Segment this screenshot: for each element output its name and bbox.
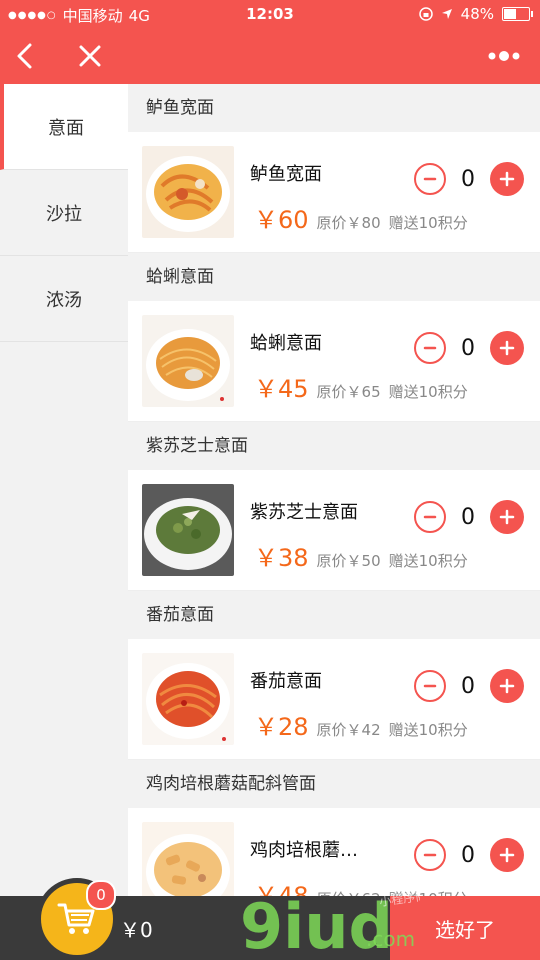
original-price: 原价￥80 bbox=[316, 214, 381, 232]
battery-percent: 48% bbox=[460, 5, 494, 23]
chevron-left-icon bbox=[17, 43, 32, 69]
battery-icon bbox=[502, 7, 533, 21]
sidebar-item-label: 意面 bbox=[48, 117, 84, 139]
quantity-stepper: 0 bbox=[414, 162, 524, 196]
back-button[interactable] bbox=[8, 38, 44, 74]
quantity-stepper: 0 bbox=[414, 838, 524, 872]
quantity-stepper: 0 bbox=[414, 669, 524, 703]
cart-count-badge: 0 bbox=[86, 880, 116, 910]
section-header: 鲈鱼宽面 bbox=[128, 84, 540, 132]
decrease-button[interactable] bbox=[414, 163, 446, 195]
dish-price: ￥38 bbox=[254, 544, 309, 572]
decrease-button[interactable] bbox=[414, 332, 446, 364]
dish-name: 蛤蜊意面 bbox=[250, 333, 322, 354]
quantity-stepper: 0 bbox=[414, 500, 524, 534]
close-button[interactable] bbox=[72, 38, 108, 74]
dish-name: 鲈鱼宽面 bbox=[250, 164, 322, 185]
minus-icon bbox=[423, 177, 437, 181]
dish-price: ￥60 bbox=[254, 206, 309, 234]
section-header: 蛤蜊意面 bbox=[128, 253, 540, 301]
dish-name: 紫苏芝士意面 bbox=[250, 502, 358, 523]
dish-image bbox=[142, 146, 234, 238]
cart-total: ￥0 bbox=[120, 918, 153, 942]
bonus-points: 赠送10积分 bbox=[388, 214, 468, 232]
decrease-button[interactable] bbox=[414, 501, 446, 533]
section-header: 紫苏芝士意面 bbox=[128, 422, 540, 470]
list-item[interactable]: 蛤蜊意面 ￥45 原价￥65 赠送10积分 0 bbox=[128, 301, 540, 422]
minus-icon bbox=[423, 684, 437, 688]
sidebar-item-soup[interactable]: 浓汤 bbox=[0, 256, 128, 342]
dish-image bbox=[142, 484, 234, 576]
original-price: 原价￥42 bbox=[316, 721, 381, 739]
minus-icon bbox=[423, 346, 437, 350]
status-bar: ●●●●○ 中国移动 4G 12:03 48% bbox=[0, 0, 540, 28]
list-item[interactable]: 番茄意面 ￥28 原价￥42 赠送10积分 0 bbox=[128, 639, 540, 760]
bonus-points: 赠送10积分 bbox=[388, 721, 468, 739]
list-item[interactable]: 鸡肉培根蘑… ￥48 原价￥62 赠送10积分 0 bbox=[128, 808, 540, 896]
dish-price: ￥28 bbox=[254, 713, 309, 741]
increase-button[interactable] bbox=[490, 669, 524, 703]
dish-name: 番茄意面 bbox=[250, 671, 322, 692]
checkout-button[interactable]: 选好了 bbox=[390, 896, 540, 960]
dish-name: 鸡肉培根蘑… bbox=[250, 840, 358, 861]
plus-icon bbox=[499, 678, 515, 694]
quantity-count: 0 bbox=[461, 335, 475, 361]
dish-price: ￥45 bbox=[254, 375, 309, 403]
dish-price: ￥48 bbox=[254, 882, 309, 896]
category-sidebar: 意面 沙拉 浓汤 bbox=[0, 84, 128, 896]
dish-image bbox=[142, 822, 234, 896]
list-item[interactable]: 鲈鱼宽面 ￥60 原价￥80 赠送10积分 0 bbox=[128, 132, 540, 253]
plus-icon bbox=[499, 509, 515, 525]
plus-icon bbox=[499, 171, 515, 187]
close-icon bbox=[79, 45, 101, 67]
increase-button[interactable] bbox=[490, 838, 524, 872]
bonus-points: 赠送10积分 bbox=[388, 383, 468, 401]
sidebar-item-salad[interactable]: 沙拉 bbox=[0, 170, 128, 256]
plus-icon bbox=[499, 340, 515, 356]
more-dots-icon bbox=[488, 51, 520, 61]
original-price: 原价￥62 bbox=[317, 888, 381, 896]
quantity-count: 0 bbox=[461, 504, 475, 530]
lock-rotation-icon bbox=[418, 7, 433, 21]
checkout-label: 选好了 bbox=[435, 917, 495, 942]
minus-icon bbox=[423, 515, 437, 519]
original-price: 原价￥50 bbox=[316, 552, 381, 570]
location-icon bbox=[441, 9, 452, 19]
sidebar-item-label: 浓汤 bbox=[46, 289, 82, 311]
menu-list[interactable]: 鲈鱼宽面 鲈鱼宽面 ￥60 原价￥80 赠送10积分 0 蛤蜊意面 蛤蜊意面 ￥… bbox=[128, 84, 540, 896]
increase-button[interactable] bbox=[490, 162, 524, 196]
quantity-count: 0 bbox=[461, 673, 475, 699]
original-price: 原价￥65 bbox=[316, 383, 381, 401]
list-item[interactable]: 紫苏芝士意面 ￥38 原价￥50 赠送10积分 0 bbox=[128, 470, 540, 591]
increase-button[interactable] bbox=[490, 331, 524, 365]
section-header: 鸡肉培根蘑菇配斜管面 bbox=[128, 760, 540, 808]
section-header: 番茄意面 bbox=[128, 591, 540, 639]
quantity-count: 0 bbox=[461, 166, 475, 192]
sidebar-item-label: 沙拉 bbox=[46, 203, 82, 225]
decrease-button[interactable] bbox=[414, 670, 446, 702]
bonus-points: 赠送10积分 bbox=[389, 888, 468, 896]
sidebar-item-pasta[interactable]: 意面 bbox=[0, 84, 128, 170]
dish-image bbox=[142, 315, 234, 407]
more-button[interactable] bbox=[484, 38, 524, 74]
minus-icon bbox=[423, 853, 437, 857]
quantity-count: 0 bbox=[461, 842, 475, 868]
cart-bar: 0 ￥0 选好了 bbox=[0, 878, 540, 960]
dish-image bbox=[142, 653, 234, 745]
bonus-points: 赠送10积分 bbox=[388, 552, 468, 570]
nav-bar bbox=[0, 28, 540, 84]
increase-button[interactable] bbox=[490, 500, 524, 534]
decrease-button[interactable] bbox=[414, 839, 446, 871]
plus-icon bbox=[499, 847, 515, 863]
quantity-stepper: 0 bbox=[414, 331, 524, 365]
